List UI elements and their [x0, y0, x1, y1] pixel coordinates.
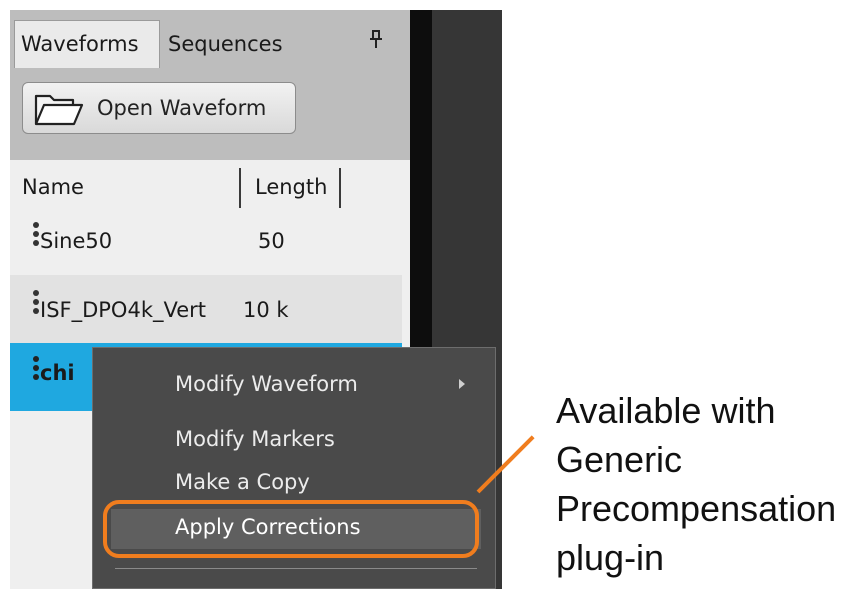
- drag-handle-icon[interactable]: [33, 290, 39, 317]
- column-header-name[interactable]: Name: [22, 175, 84, 199]
- callout-line-3: Precompensation: [556, 488, 837, 529]
- menu-item-make-a-copy[interactable]: Make a Copy: [175, 470, 310, 494]
- highlight-outline: [103, 500, 479, 558]
- tab-waveforms-label[interactable]: Waveforms: [21, 32, 139, 56]
- callout-annotation: Available with Generic Precompensation p…: [556, 386, 846, 582]
- submenu-arrow-icon: [459, 379, 465, 389]
- row-name: chi: [40, 361, 75, 385]
- row-name: Sine50: [40, 229, 113, 253]
- row-name: ISF_DPO4k_Vert: [40, 298, 207, 322]
- column-header-length[interactable]: Length: [255, 175, 327, 199]
- callout-line-2: Generic: [556, 439, 683, 480]
- menu-item-modify-markers[interactable]: Modify Markers: [175, 427, 335, 451]
- open-waveform-button[interactable]: Open Waveform: [22, 82, 296, 134]
- pin-icon[interactable]: [370, 30, 382, 48]
- table-row[interactable]: Sine50 50: [10, 207, 402, 275]
- tab-sequences[interactable]: Sequences: [168, 32, 283, 56]
- column-divider[interactable]: [239, 168, 241, 208]
- callout-line-4: plug-in: [556, 537, 665, 578]
- column-divider[interactable]: [339, 168, 341, 208]
- drag-handle-icon[interactable]: [33, 222, 39, 249]
- row-length: 10 k: [243, 298, 289, 322]
- callout-line-1: Available with: [556, 390, 776, 431]
- folder-icon: [34, 94, 84, 126]
- row-length: 50: [258, 229, 285, 253]
- drag-handle-icon[interactable]: [33, 356, 39, 383]
- table-row[interactable]: ISF_DPO4k_Vert 10 k: [10, 275, 402, 343]
- open-waveform-label: Open Waveform: [97, 96, 267, 120]
- menu-separator: [115, 568, 477, 569]
- menu-item-modify-waveform[interactable]: Modify Waveform: [175, 372, 358, 396]
